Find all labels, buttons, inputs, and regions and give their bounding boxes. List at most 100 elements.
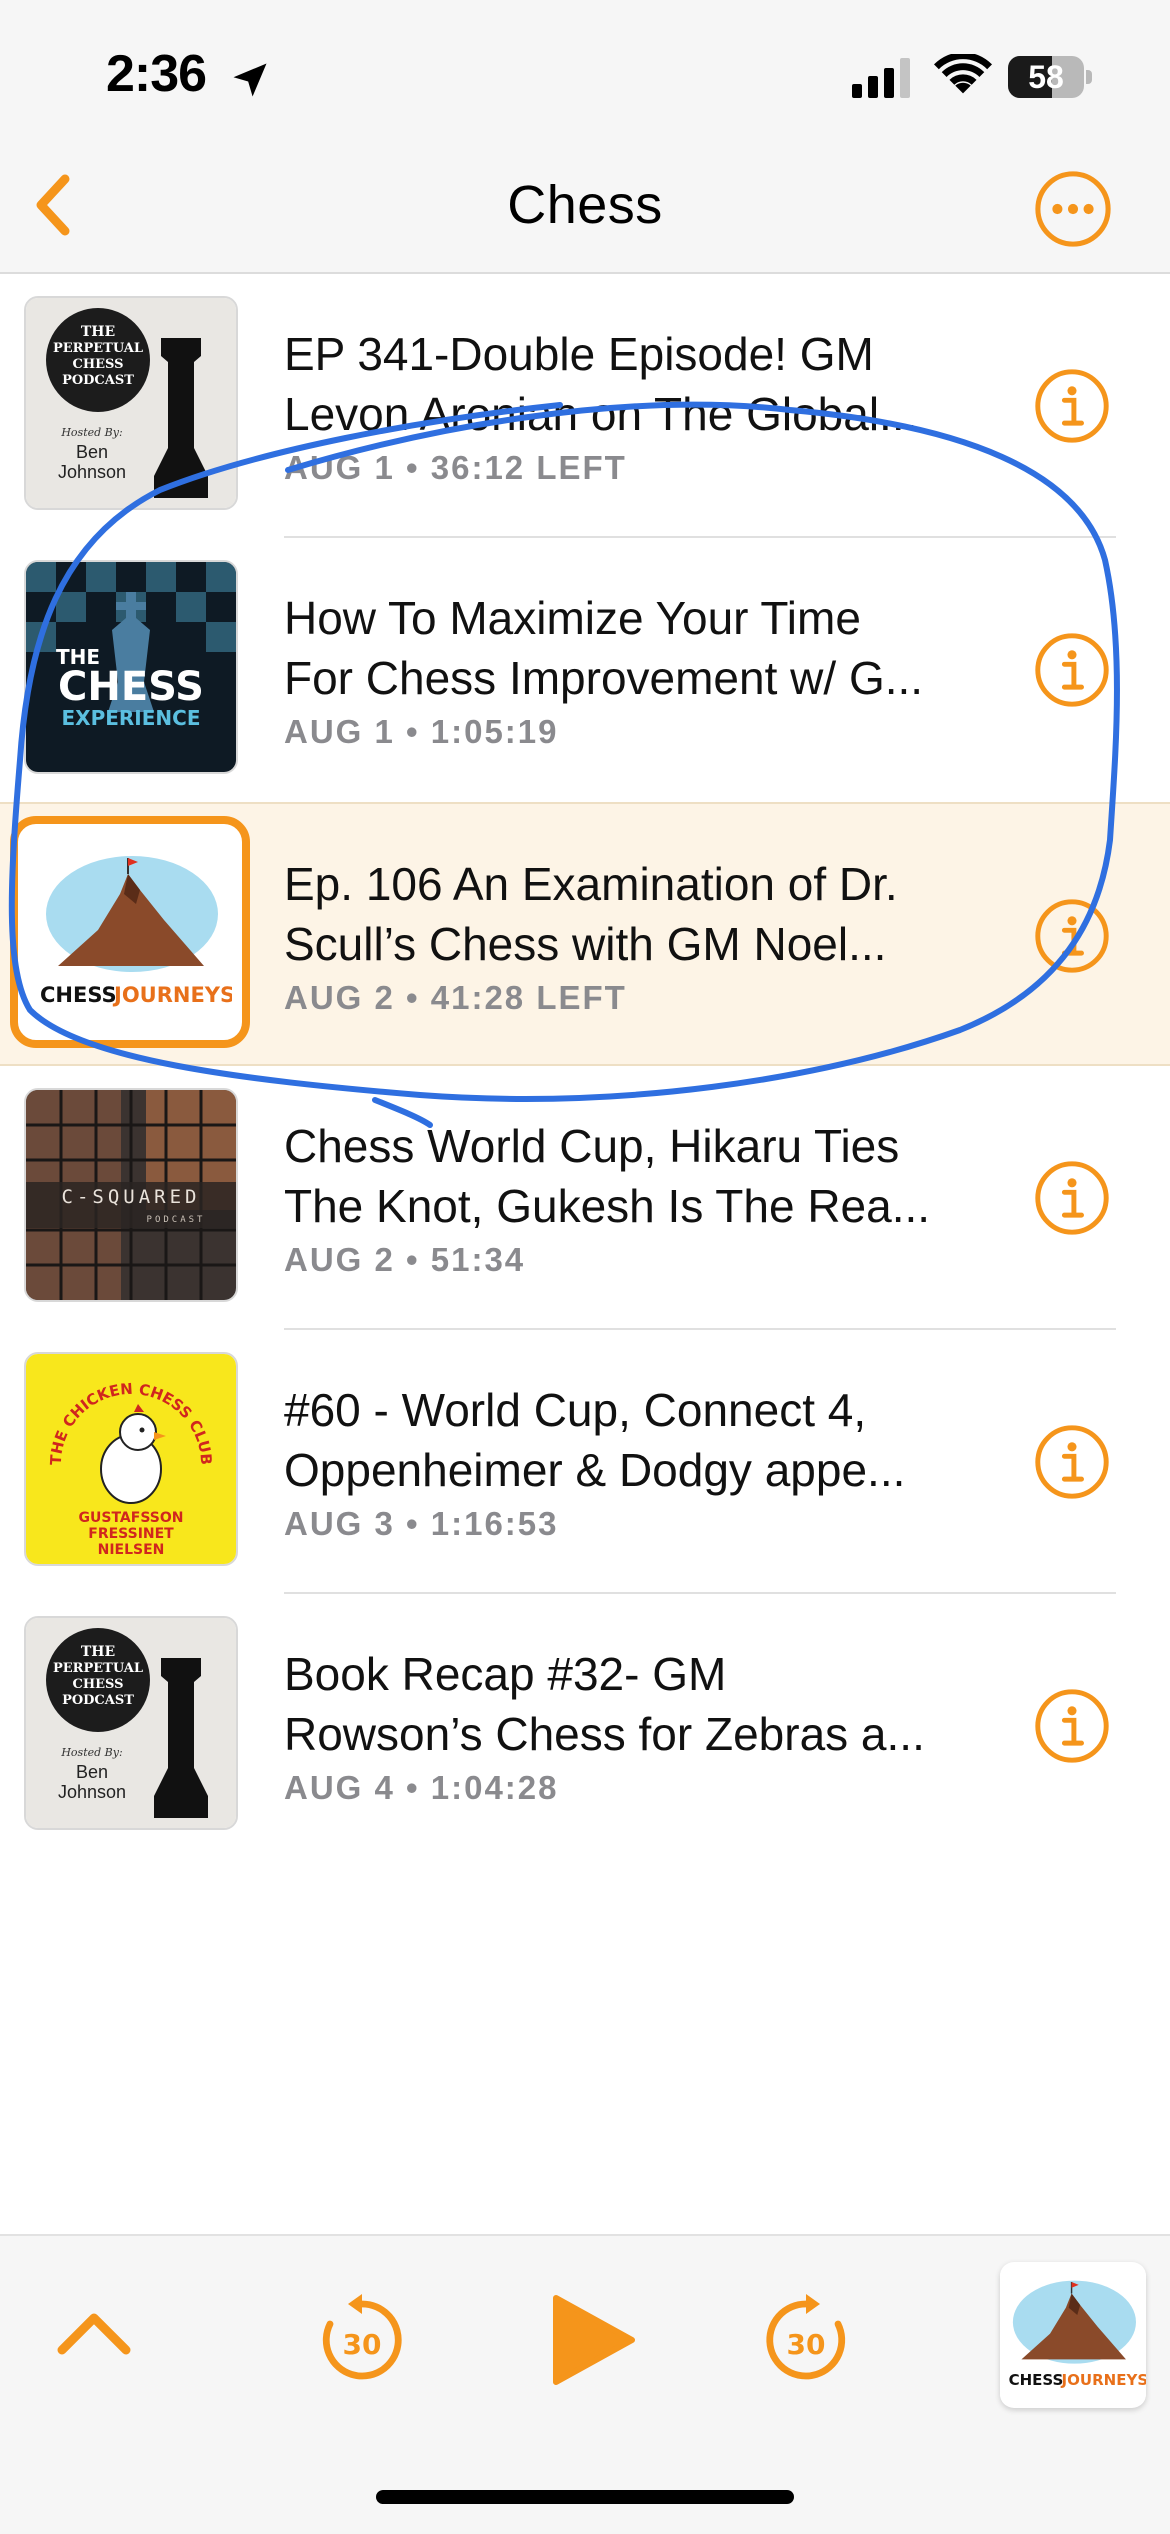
artwork-text: PERPETUAL [53,341,143,356]
wifi-icon [934,54,992,94]
episode-row[interactable]: THE CHICKEN CHESS CLUB GUSTAFSSON FRESSI… [0,1330,1170,1594]
artwork-text: NIELSEN [98,1542,165,1558]
episode-title-line: Levon Aronian on The Global... [284,388,918,440]
artwork-text: JOURNEYS [112,983,232,1007]
episode-title-line: For Chess Improvement w/ G... [284,652,924,704]
skip-back-icon: 30 [322,2294,402,2380]
episode-row-now-playing[interactable]: CHESS JOURNEYS Ep. 106 An Examination of… [0,802,1170,1066]
artwork-text: THE [81,1644,115,1660]
podcast-artwork: THE CHICKEN CHESS CLUB GUSTAFSSON FRESSI… [24,1352,238,1566]
episode-title: Chess World Cup, Hikaru Ties The Knot, G… [284,1116,1004,1236]
artwork-text: Hosted By: [60,426,122,439]
info-button[interactable] [1034,1688,1110,1764]
episode-date: AUG 1 [284,449,395,486]
episode-meta: AUG 3 • 1:16:53 [284,1505,559,1542]
artwork-text: CHESS [72,1677,123,1692]
episode-title-line: Rowson’s Chess for Zebras a... [284,1708,925,1760]
episode-duration: 41:28 LEFT [430,979,627,1016]
episode-meta: AUG 1 • 36:12 LEFT [284,449,627,486]
now-playing-artwork[interactable]: CHESS JOURNEYS [1000,2262,1146,2408]
episode-row[interactable]: THE PERPETUAL CHESS PODCAST Hosted By: B… [0,274,1170,538]
episode-duration: 1:16:53 [430,1505,559,1542]
skip-back-button[interactable]: 30 [312,2290,412,2390]
artwork-text: Johnson [58,1782,126,1802]
artwork-text: Johnson [58,462,126,482]
episode-row[interactable]: THE PERPETUAL CHESS PODCAST Hosted By: B… [0,1594,1170,1858]
episode-date: AUG 1 [284,713,395,750]
episode-title-line: Book Recap #32- GM [284,1648,727,1700]
episode-duration: 36:12 LEFT [430,449,627,486]
artwork-text: Ben [76,442,108,462]
expand-player-button[interactable] [54,2302,134,2362]
episode-title-line: Scull’s Chess with GM Noel... [284,918,887,970]
info-button[interactable] [1034,632,1110,708]
artwork-text: EXPERIENCE [62,706,201,730]
podcast-artwork: C-SQUARED PODCAST [24,1088,238,1302]
more-options-button[interactable] [1034,170,1112,248]
episode-row[interactable]: THE CHESS EXPERIENCE How To Maximize You… [0,538,1170,802]
battery-indicator: 58 [1008,56,1092,98]
episode-meta: AUG 2 • 51:34 [284,1241,526,1278]
artwork-text: FRESSINET [88,1526,174,1542]
artwork-text: Ben [76,1762,108,1782]
skip-forward-button[interactable]: 30 [756,2290,856,2390]
mini-player: 30 30 CHESS JOURNEYS [0,2234,1170,2534]
info-button[interactable] [1034,1160,1110,1236]
episode-title-line: #60 - World Cup, Connect 4, [284,1384,867,1436]
artwork-text: CHESS [40,983,117,1007]
page-title: Chess [507,175,663,235]
info-button[interactable] [1034,898,1110,974]
episode-meta: AUG 1 • 1:05:19 [284,713,559,750]
episode-date: AUG 4 [284,1769,395,1806]
home-indicator[interactable] [376,2490,794,2504]
artwork-text: PERPETUAL [53,1661,143,1676]
artwork-text: JOURNEYS [1061,2371,1146,2389]
episode-title-line: The Knot, Gukesh Is The Rea... [284,1180,931,1232]
skip-back-label: 30 [343,2328,382,2361]
artwork-text: THE [81,324,115,340]
artwork-text: Hosted By: [60,1746,122,1759]
episode-title-line: Chess World Cup, Hikaru Ties [284,1120,900,1172]
episode-date: AUG 3 [284,1505,395,1542]
skip-forward-icon: 30 [766,2294,846,2380]
episode-duration: 1:05:19 [430,713,559,750]
episode-title: #60 - World Cup, Connect 4, Oppenheimer … [284,1380,1004,1500]
artwork-text: GUSTAFSSON [79,1510,184,1526]
episode-title-line: Ep. 106 An Examination of Dr. [284,858,898,910]
battery-percent: 58 [1028,59,1064,95]
episode-date: AUG 2 [284,1241,395,1278]
cellular-signal-icon [852,58,910,98]
episode-duration: 51:34 [430,1241,526,1278]
info-button[interactable] [1034,368,1110,444]
location-arrow-icon [233,63,267,97]
episode-title: How To Maximize Your Time For Chess Impr… [284,588,1004,708]
episode-date: AUG 2 [284,979,395,1016]
episode-meta: AUG 2 • 41:28 LEFT [284,979,627,1016]
episode-title-line: EP 341-Double Episode! GM [284,328,874,380]
skip-forward-label: 30 [787,2328,826,2361]
episode-row[interactable]: C-SQUARED PODCAST Chess World Cup, Hikar… [0,1066,1170,1330]
play-button[interactable] [548,2292,638,2388]
podcast-artwork: THE CHESS EXPERIENCE [24,560,238,774]
podcast-artwork: THE PERPETUAL CHESS PODCAST Hosted By: B… [24,1616,238,1830]
episode-title: Ep. 106 An Examination of Dr. Scull’s Ch… [284,854,1004,974]
episode-title-line: Oppenheimer & Dodgy appe... [284,1444,906,1496]
info-button[interactable] [1034,1424,1110,1500]
artwork-text: C-SQUARED [62,1186,201,1208]
artwork-text: CHESS [58,664,204,710]
podcast-artwork: THE PERPETUAL CHESS PODCAST Hosted By: B… [24,296,238,510]
episode-meta: AUG 4 • 1:04:28 [284,1769,559,1806]
episode-list: THE PERPETUAL CHESS PODCAST Hosted By: B… [0,274,1170,1858]
status-bar: 2:36 58 [0,0,1170,150]
podcast-artwork: CHESS JOURNEYS [28,834,232,1030]
episode-title: EP 341-Double Episode! GM Levon Aronian … [284,324,1004,444]
artwork-text: PODCAST [62,373,134,388]
artwork-text: PODCAST [147,1215,206,1225]
status-time: 2:36 [106,45,207,103]
navigation-bar: Chess [0,150,1170,274]
artwork-text: CHESS [72,357,123,372]
episode-title: Book Recap #32- GM Rowson’s Chess for Ze… [284,1644,1004,1764]
episode-duration: 1:04:28 [430,1769,559,1806]
episode-title-line: How To Maximize Your Time [284,592,861,644]
artwork-text: PODCAST [62,1693,134,1708]
